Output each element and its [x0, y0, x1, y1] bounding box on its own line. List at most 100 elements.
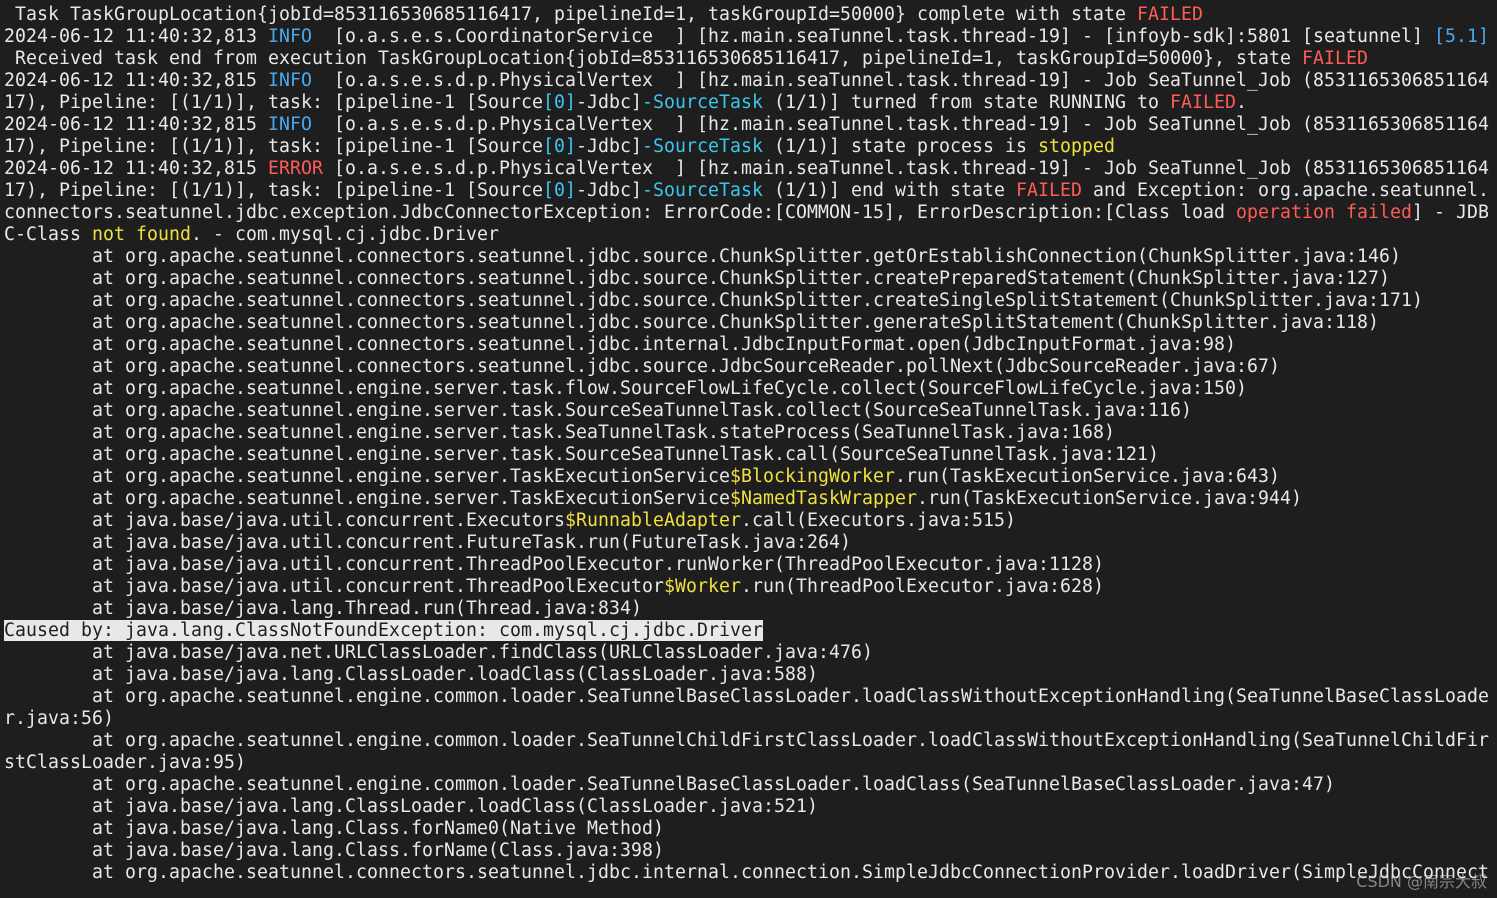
log-segment: at org.apache.seatunnel.engine.server.Ta… — [4, 466, 730, 487]
log-segment: ] - JDB — [1411, 202, 1489, 223]
log-segment: -Jdbc] — [576, 136, 642, 157]
terminal-line: at java.base/java.util.concurrent.Thread… — [4, 576, 1497, 598]
log-segment: at org.apache.seatunnel.engine.server.ta… — [4, 400, 1192, 421]
log-segment: at org.apache.seatunnel.connectors.seatu… — [4, 862, 1489, 883]
terminal-line: at java.base/java.util.concurrent.Thread… — [4, 554, 1497, 576]
terminal-line: at java.base/java.lang.ClassLoader.loadC… — [4, 796, 1497, 818]
log-segment: at org.apache.seatunnel.connectors.seatu… — [4, 334, 1236, 355]
log-segment: at org.apache.seatunnel.engine.common.lo… — [4, 774, 1335, 795]
log-segment: FAILED — [1301, 48, 1368, 69]
log-segment: at org.apache.seatunnel.engine.server.ta… — [4, 422, 1115, 443]
terminal-line: 17), Pipeline: [(1/1)], task: [pipeline-… — [4, 92, 1497, 114]
terminal-line: at org.apache.seatunnel.connectors.seatu… — [4, 312, 1497, 334]
terminal-line: at java.base/java.lang.Class.forName0(Na… — [4, 818, 1497, 840]
log-segment: operation failed — [1235, 202, 1412, 223]
log-segment: connectors.seatunnel.jdbc.exception.Jdbc… — [4, 202, 1236, 223]
log-segment: [0] — [543, 136, 576, 157]
terminal-line: at org.apache.seatunnel.connectors.seatu… — [4, 862, 1497, 884]
terminal-line: r.java:56) — [4, 708, 1497, 730]
log-segment: C-Class — [4, 224, 92, 245]
log-segment: [o.a.s.e.s.CoordinatorService ] [hz.main… — [312, 26, 1434, 47]
terminal-line: Received task end from execution TaskGro… — [4, 48, 1497, 70]
log-segment: stopped — [1038, 136, 1115, 157]
terminal-line: at java.base/java.util.concurrent.Future… — [4, 532, 1497, 554]
terminal-line: at java.base/java.util.concurrent.Execut… — [4, 510, 1497, 532]
log-segment: at java.base/java.util.concurrent.Thread… — [4, 554, 1104, 575]
log-segment: .run(TaskExecutionService.java:944) — [917, 488, 1302, 509]
log-segment: at org.apache.seatunnel.connectors.seatu… — [4, 356, 1280, 377]
log-segment: at java.base/java.lang.Class.forName0(Na… — [4, 818, 664, 839]
terminal-line: Caused by: java.lang.ClassNotFoundExcept… — [4, 620, 1497, 642]
terminal-line: 2024-06-12 11:40:32,815 INFO [o.a.s.e.s.… — [4, 114, 1497, 136]
selected-text: Caused by: java.lang.ClassNotFoundExcept… — [4, 620, 763, 641]
log-segment: FAILED — [1136, 4, 1203, 25]
terminal-line: at java.base/java.lang.ClassLoader.loadC… — [4, 664, 1497, 686]
log-segment: not found — [92, 224, 191, 245]
terminal-line: 17), Pipeline: [(1/1)], task: [pipeline-… — [4, 136, 1497, 158]
terminal-output[interactable]: Task TaskGroupLocation{jobId=85311653068… — [0, 0, 1497, 898]
log-segment: at java.base/java.lang.ClassLoader.loadC… — [4, 664, 818, 685]
log-segment: at java.base/java.util.concurrent.Execut… — [4, 510, 565, 531]
log-segment: -Jdbc] — [576, 92, 642, 113]
log-segment: (1/1)] end with state — [763, 180, 1016, 201]
log-segment: INFO — [268, 70, 312, 91]
terminal-line: Task TaskGroupLocation{jobId=85311653068… — [4, 4, 1497, 26]
log-segment: INFO — [268, 114, 312, 135]
log-segment: $RunnableAdapter — [565, 510, 741, 531]
log-segment: at java.base/java.net.URLClassLoader.fin… — [4, 642, 873, 663]
log-segment: at org.apache.seatunnel.connectors.seatu… — [4, 268, 1390, 289]
terminal-line: at org.apache.seatunnel.engine.common.lo… — [4, 774, 1497, 796]
log-segment: at java.base/java.lang.Thread.run(Thread… — [4, 598, 642, 619]
log-segment: -SourceTask — [642, 180, 763, 201]
log-segment: FAILED — [1170, 92, 1236, 113]
log-segment: 2024-06-12 11:40:32,815 — [4, 70, 268, 91]
watermark: CSDN @南宗大叔 — [1356, 872, 1487, 891]
log-segment: 2024-06-12 11:40:32,815 — [4, 114, 268, 135]
terminal-line: 2024-06-12 11:40:32,815 ERROR [o.a.s.e.s… — [4, 158, 1497, 180]
log-segment: [o.a.s.e.s.d.p.PhysicalVertex ] [hz.main… — [323, 158, 1489, 179]
log-segment: at org.apache.seatunnel.engine.common.lo… — [4, 686, 1489, 707]
log-segment: 2024-06-12 11:40:32,813 — [4, 26, 268, 47]
terminal-line: at org.apache.seatunnel.connectors.seatu… — [4, 290, 1497, 312]
terminal-line: 2024-06-12 11:40:32,815 INFO [o.a.s.e.s.… — [4, 70, 1497, 92]
terminal-line: at org.apache.seatunnel.engine.server.Ta… — [4, 488, 1497, 510]
terminal-line: at org.apache.seatunnel.engine.server.ta… — [4, 378, 1497, 400]
log-segment: at org.apache.seatunnel.engine.server.ta… — [4, 444, 1159, 465]
terminal-line: at org.apache.seatunnel.connectors.seatu… — [4, 268, 1497, 290]
log-segment: at org.apache.seatunnel.engine.common.lo… — [4, 730, 1489, 751]
log-segment: 17), Pipeline: [(1/1)], task: [pipeline-… — [4, 136, 543, 157]
log-segment: at java.base/java.lang.Class.forName(Cla… — [4, 840, 664, 861]
terminal-line: at org.apache.seatunnel.engine.common.lo… — [4, 686, 1497, 708]
terminal-line: C-Class not found. - com.mysql.cj.jdbc.D… — [4, 224, 1497, 246]
terminal-line: connectors.seatunnel.jdbc.exception.Jdbc… — [4, 202, 1497, 224]
log-segment: [0] — [543, 92, 576, 113]
log-segment: at org.apache.seatunnel.engine.server.Ta… — [4, 488, 730, 509]
terminal-line: stClassLoader.java:95) — [4, 752, 1497, 774]
terminal-line: at java.base/java.lang.Class.forName(Cla… — [4, 840, 1497, 862]
terminal-line: at org.apache.seatunnel.connectors.seatu… — [4, 334, 1497, 356]
log-segment: -SourceTask — [642, 136, 763, 157]
log-segment: at org.apache.seatunnel.connectors.seatu… — [4, 290, 1423, 311]
log-segment: at org.apache.seatunnel.engine.server.ta… — [4, 378, 1247, 399]
terminal-line: 2024-06-12 11:40:32,813 INFO [o.a.s.e.s.… — [4, 26, 1497, 48]
log-segment: $BlockingWorker — [730, 466, 895, 487]
log-segment: FAILED — [1016, 180, 1082, 201]
log-segment: -SourceTask — [642, 92, 763, 113]
log-segment: at java.base/java.util.concurrent.Future… — [4, 532, 851, 553]
log-segment: . - com.mysql.cj.jdbc.Driver — [191, 224, 499, 245]
log-segment: (1/1)] state process is — [763, 136, 1038, 157]
log-segment: -Jdbc] — [576, 180, 642, 201]
log-segment: at org.apache.seatunnel.connectors.seatu… — [4, 246, 1401, 267]
terminal-line: at org.apache.seatunnel.engine.server.ta… — [4, 400, 1497, 422]
log-segment: Received task end from execution TaskGro… — [4, 48, 1302, 69]
log-segment: [0] — [543, 180, 576, 201]
log-segment: (1/1)] turned from state RUNNING to — [763, 92, 1170, 113]
log-segment: .call(Executors.java:515) — [741, 510, 1016, 531]
terminal-line: at java.base/java.lang.Thread.run(Thread… — [4, 598, 1497, 620]
log-segment: at java.base/java.util.concurrent.Thread… — [4, 576, 664, 597]
log-segment: INFO — [268, 26, 312, 47]
terminal-line: at java.base/java.net.URLClassLoader.fin… — [4, 642, 1497, 664]
log-segment: and Exception: org.apache.seatunnel. — [1082, 180, 1489, 201]
terminal-line: at org.apache.seatunnel.connectors.seatu… — [4, 246, 1497, 268]
log-segment: .run(TaskExecutionService.java:643) — [895, 466, 1280, 487]
